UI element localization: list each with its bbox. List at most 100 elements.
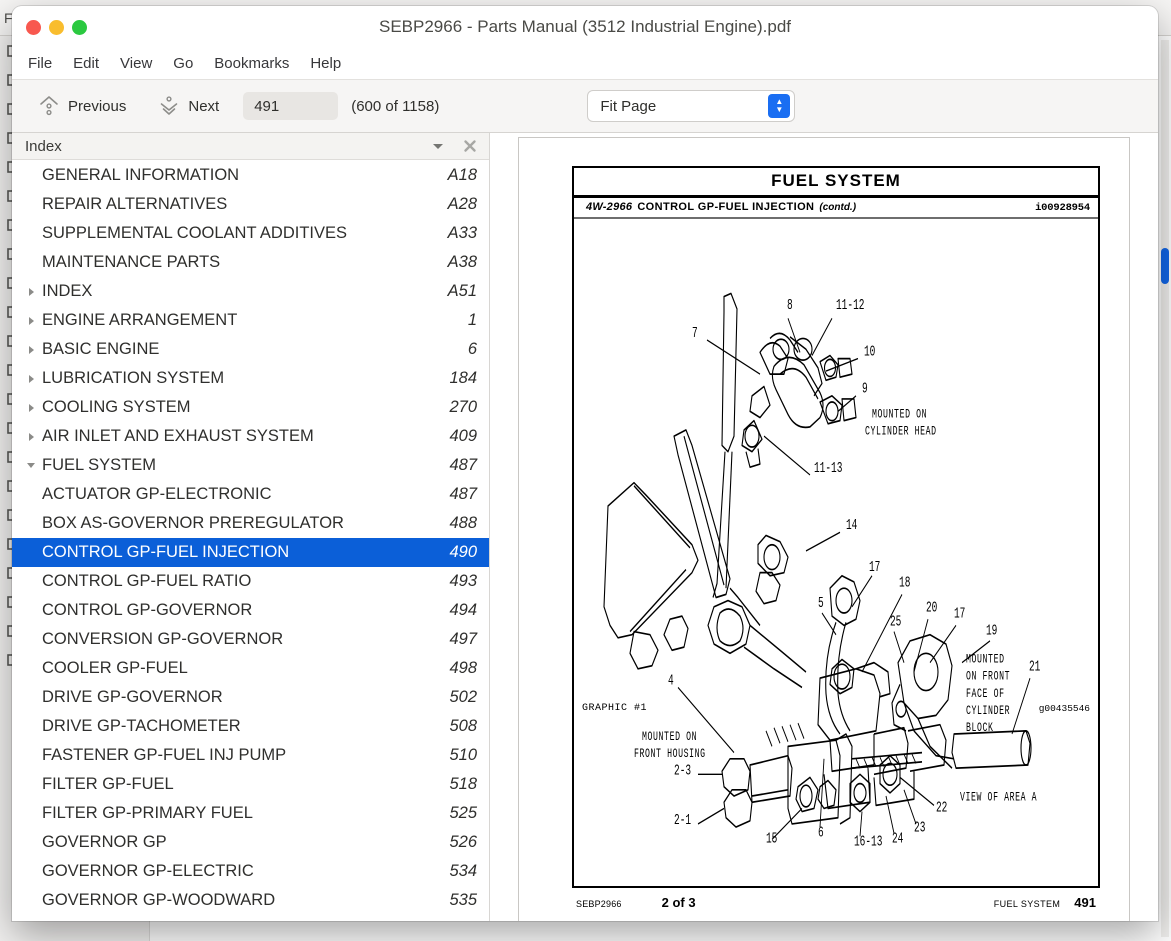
pdf-view-area[interactable]: FUEL SYSTEM 4W-2966 CONTROL GP-FUEL INJE… bbox=[490, 133, 1158, 921]
index-item-page: 526 bbox=[449, 833, 477, 851]
index-item-page: 525 bbox=[449, 804, 477, 822]
background-scrollbar-thumb[interactable] bbox=[1161, 248, 1169, 284]
index-item-box-as-governor-preregulator[interactable]: BOX AS-GOVERNOR PREREGULATOR 488 bbox=[12, 509, 489, 538]
index-item-page: 6 bbox=[467, 340, 477, 358]
maximize-button[interactable] bbox=[72, 19, 87, 35]
toolbar: Previous Next (600 of 1158) Fit Page bbox=[12, 80, 1158, 133]
part-name: CONTROL GP-FUEL INJECTION bbox=[637, 201, 815, 213]
index-item-page: 1 bbox=[467, 311, 477, 329]
index-item-basic-engine[interactable]: BASIC ENGINE 6 bbox=[12, 335, 489, 364]
index-item-page: 270 bbox=[449, 398, 477, 416]
document-frame: FUEL SYSTEM 4W-2966 CONTROL GP-FUEL INJE… bbox=[572, 166, 1100, 888]
index-title: Index bbox=[25, 137, 62, 155]
diagram-note: FRONT HOUSING bbox=[634, 748, 706, 762]
index-item-supplemental-coolant-additives[interactable]: SUPPLEMENTAL COOLANT ADDITIVES A33 bbox=[12, 219, 489, 248]
footer-sheet: 2 of 3 bbox=[661, 895, 696, 910]
diagram-callout: 6 bbox=[818, 824, 824, 841]
footer-page-number: 491 bbox=[1074, 895, 1096, 910]
index-item-maintenance-parts[interactable]: MAINTENANCE PARTS A38 bbox=[12, 248, 489, 277]
title-bar[interactable]: SEBP2966 - Parts Manual (3512 Industrial… bbox=[12, 6, 1158, 48]
zoom-stepper-icon[interactable]: ▲ ▼ bbox=[768, 94, 791, 118]
menu-item-file[interactable]: File bbox=[26, 53, 54, 74]
index-item-cooling-system[interactable]: COOLING SYSTEM 270 bbox=[12, 393, 489, 422]
index-item-page: A38 bbox=[447, 253, 477, 271]
index-header: Index bbox=[12, 133, 489, 160]
index-item-label: ENGINE ARRANGEMENT bbox=[42, 311, 238, 329]
diagram-callout: 15 bbox=[766, 831, 777, 848]
pdf-viewer-window: SEBP2966 - Parts Manual (3512 Industrial… bbox=[12, 6, 1158, 921]
diagram-callout: 19 bbox=[986, 623, 997, 640]
index-item-fastener-gp-fuel-inj-pump[interactable]: FASTENER GP-FUEL INJ PUMP 510 bbox=[12, 741, 489, 770]
menu-item-help[interactable]: Help bbox=[308, 53, 343, 74]
index-item-drive-gp-governor[interactable]: DRIVE GP-GOVERNOR 502 bbox=[12, 683, 489, 712]
index-item-air-inlet-and-exhaust-system[interactable]: AIR INLET AND EXHAUST SYSTEM 409 bbox=[12, 422, 489, 451]
diagram-callout: 17 bbox=[869, 559, 880, 576]
footer-section: FUEL SYSTEM bbox=[993, 899, 1061, 909]
menu-item-bookmarks[interactable]: Bookmarks bbox=[212, 53, 291, 74]
chevron-down-icon[interactable] bbox=[429, 137, 447, 155]
diagram-note: MOUNTED ON bbox=[872, 408, 927, 422]
zoom-select[interactable]: Fit Page ▲ ▼ bbox=[587, 90, 796, 122]
index-item-fuel-system[interactable]: FUEL SYSTEM 487 bbox=[12, 451, 489, 480]
index-item-conversion-gp-governor[interactable]: CONVERSION GP-GOVERNOR 497 bbox=[12, 625, 489, 654]
index-item-filter-gp-fuel[interactable]: FILTER GP-FUEL 518 bbox=[12, 770, 489, 799]
twisty-expanded-icon[interactable] bbox=[20, 463, 42, 468]
next-button[interactable]: Next bbox=[148, 89, 229, 123]
index-item-governor-gp-electric[interactable]: GOVERNOR GP-ELECTRIC 534 bbox=[12, 857, 489, 886]
minimize-button[interactable] bbox=[49, 19, 64, 35]
index-item-general-information[interactable]: GENERAL INFORMATION A18 bbox=[12, 161, 489, 190]
index-item-page: 409 bbox=[449, 427, 477, 445]
index-item-control-gp-fuel-injection[interactable]: CONTROL GP-FUEL INJECTION 490 bbox=[12, 538, 489, 567]
twisty-collapsed-icon[interactable] bbox=[20, 432, 42, 441]
index-item-page: 490 bbox=[449, 543, 477, 561]
index-item-label: INDEX bbox=[42, 282, 93, 300]
index-item-page: 487 bbox=[449, 485, 477, 503]
diagram-note: MOUNTED bbox=[966, 653, 1005, 667]
diagram-callout: 16-13 bbox=[854, 834, 882, 851]
index-item-engine-arrangement[interactable]: ENGINE ARRANGEMENT 1 bbox=[12, 306, 489, 335]
index-tree[interactable]: GENERAL INFORMATION A18 REPAIR ALTERNATIVE… bbox=[12, 160, 489, 921]
previous-button[interactable]: Previous bbox=[28, 89, 136, 123]
twisty-collapsed-icon[interactable] bbox=[20, 374, 42, 383]
index-item-governor-gp[interactable]: GOVERNOR GP 526 bbox=[12, 828, 489, 857]
index-item-injector-gp-fuel[interactable]: INJECTOR GP-FUEL 538 bbox=[12, 915, 489, 921]
index-item-label: GOVERNOR GP-WOODWARD bbox=[42, 891, 276, 909]
diagram-callout: 11-13 bbox=[814, 460, 842, 477]
page-number-input[interactable] bbox=[243, 92, 339, 120]
index-item-control-gp-fuel-ratio[interactable]: CONTROL GP-FUEL RATIO 493 bbox=[12, 567, 489, 596]
index-item-lubrication-system[interactable]: LUBRICATION SYSTEM 184 bbox=[12, 364, 489, 393]
twisty-collapsed-icon[interactable] bbox=[20, 287, 42, 296]
part-contd: (contd.) bbox=[819, 202, 857, 213]
index-item-label: GENERAL INFORMATION bbox=[42, 166, 240, 184]
close-button[interactable] bbox=[26, 19, 41, 35]
index-item-label: INJECTOR GP-FUEL bbox=[42, 920, 439, 921]
menu-item-go[interactable]: Go bbox=[171, 53, 195, 74]
close-icon[interactable] bbox=[461, 137, 479, 155]
index-item-label: ACTUATOR GP-ELECTRONIC bbox=[42, 485, 272, 503]
index-item-control-gp-governor[interactable]: CONTROL GP-GOVERNOR 494 bbox=[12, 596, 489, 625]
index-item-repair-alternatives[interactable]: REPAIR ALTERNATIVES A28 bbox=[12, 190, 489, 219]
diagram-callout: 24 bbox=[892, 831, 903, 848]
index-item-label: COOLER GP-FUEL bbox=[42, 659, 188, 677]
diagram-note: BLOCK bbox=[966, 721, 994, 735]
index-sidebar: Index GENERAL INFORMATION A18 REPAIR ALTER… bbox=[12, 133, 490, 921]
index-item-filter-gp-primary-fuel[interactable]: FILTER GP-PRIMARY FUEL 525 bbox=[12, 799, 489, 828]
index-item-governor-gp-woodward[interactable]: GOVERNOR GP-WOODWARD 535 bbox=[12, 886, 489, 915]
twisty-collapsed-icon[interactable] bbox=[20, 345, 42, 354]
index-item-page: 538 bbox=[449, 920, 477, 921]
twisty-collapsed-icon[interactable] bbox=[20, 403, 42, 412]
index-item-drive-gp-tachometer[interactable]: DRIVE GP-TACHOMETER 508 bbox=[12, 712, 489, 741]
index-item-label: FASTENER GP-FUEL INJ PUMP bbox=[42, 746, 287, 764]
index-item-index[interactable]: INDEX A51 bbox=[12, 277, 489, 306]
background-scrollbar-track[interactable] bbox=[1161, 40, 1169, 937]
diagram-callout: 2-1 bbox=[674, 812, 691, 829]
diagram-callout: 21 bbox=[1029, 659, 1040, 676]
index-item-actuator-gp-electronic[interactable]: ACTUATOR GP-ELECTRONIC 487 bbox=[12, 480, 489, 509]
menu-item-view[interactable]: View bbox=[118, 53, 154, 74]
document-section-title: FUEL SYSTEM bbox=[574, 168, 1098, 198]
menu-item-edit[interactable]: Edit bbox=[71, 53, 101, 74]
index-item-page: 535 bbox=[449, 891, 477, 909]
index-item-page: 184 bbox=[449, 369, 477, 387]
twisty-collapsed-icon[interactable] bbox=[20, 316, 42, 325]
index-item-cooler-gp-fuel[interactable]: COOLER GP-FUEL 498 bbox=[12, 654, 489, 683]
